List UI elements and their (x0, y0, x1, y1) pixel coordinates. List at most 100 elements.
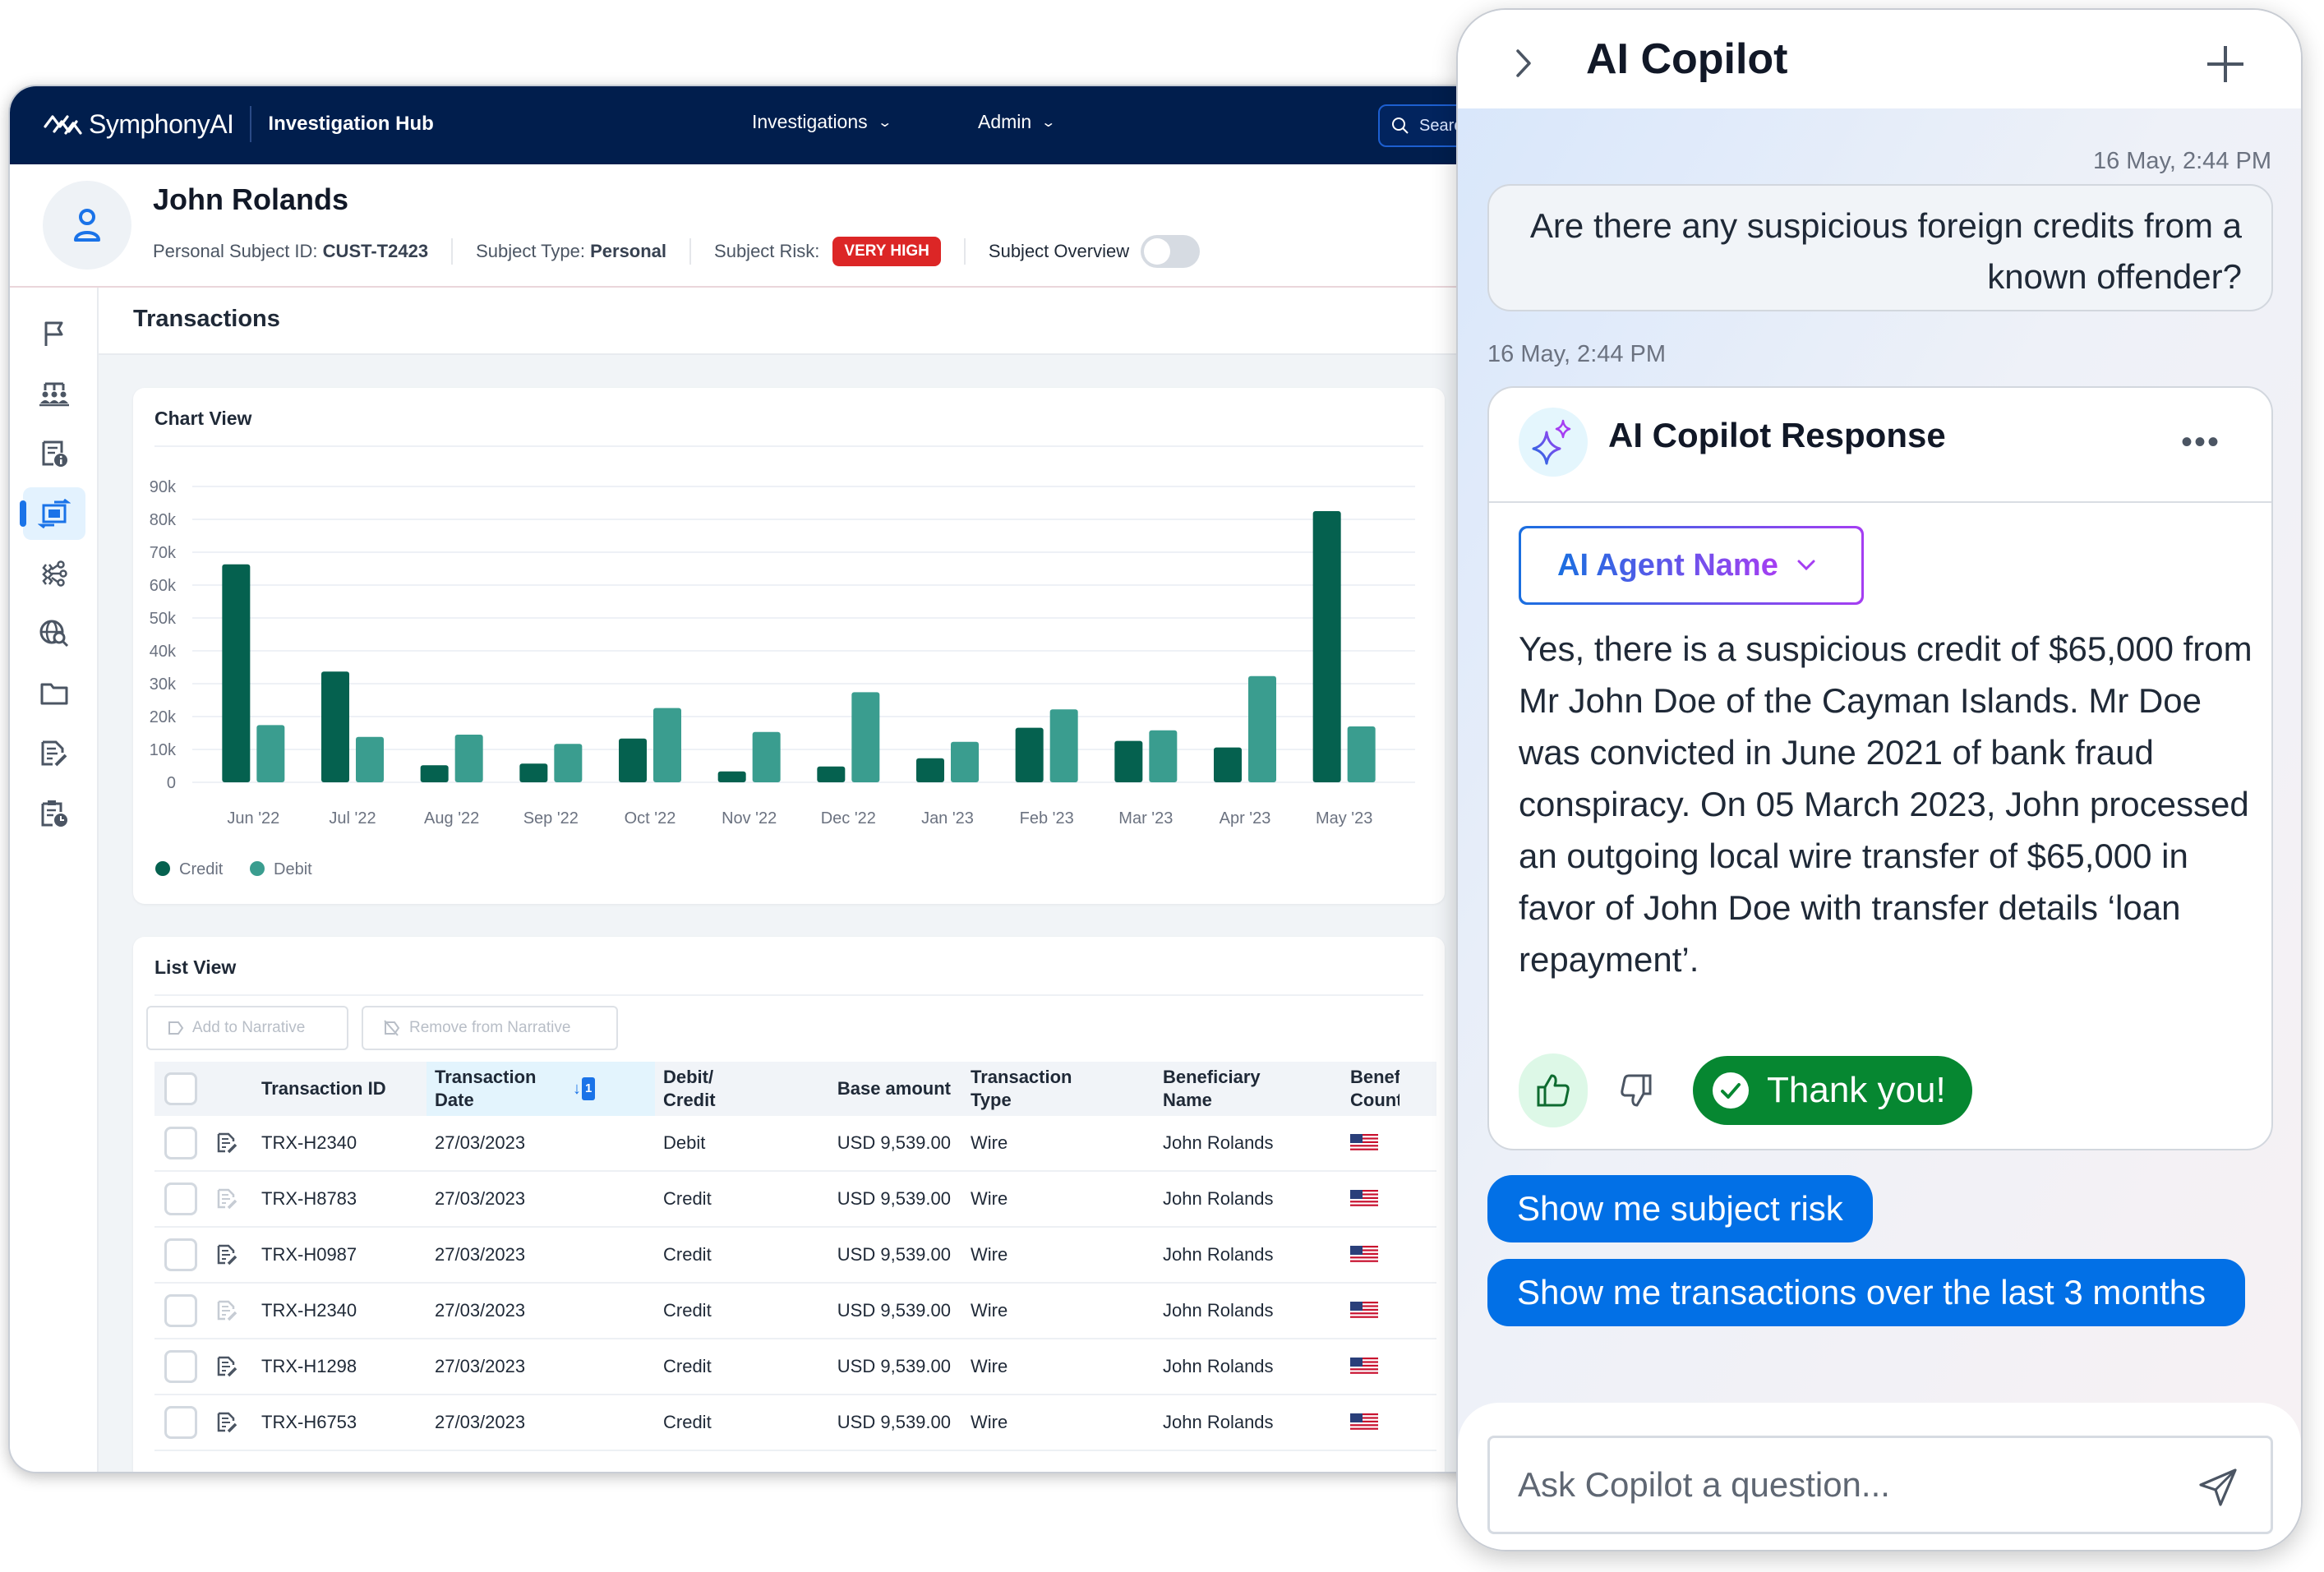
col-debit-credit[interactable]: Debit/ Credit (655, 1062, 791, 1116)
cell-transaction-type: Wire (971, 1412, 1008, 1432)
narrative-edit-icon[interactable] (215, 1243, 238, 1266)
transactions-icon (38, 499, 71, 528)
agent-select-inner: AI Agent Name (1521, 528, 1861, 602)
bar-credit[interactable] (1312, 511, 1341, 782)
bar-debit[interactable] (1049, 709, 1078, 782)
cell-beneficiary-country (1342, 1395, 1436, 1450)
row-checkbox[interactable] (164, 1350, 197, 1383)
cell-transaction-date: 27/03/2023 (435, 1188, 526, 1209)
nav-admin[interactable]: Admin ⌄ (978, 111, 1056, 133)
brand[interactable]: SymphonyAI Investigation Hub (43, 106, 434, 142)
sidebar-item-transactions[interactable] (20, 487, 85, 540)
table-row[interactable]: TRX-H0987 27/03/2023 Credit USD 9,539.00… (154, 1228, 1436, 1284)
add-to-narrative-button[interactable]: Add to Narrative (146, 1006, 348, 1050)
suggestion-transactions-3-months[interactable]: Show me transactions over the last 3 mon… (1487, 1259, 2245, 1326)
cell-debit-credit: Credit (663, 1412, 712, 1432)
bar-debit[interactable] (951, 741, 979, 782)
bar-credit[interactable] (619, 738, 647, 782)
table-row[interactable]: TRX-H8783 27/03/2023 Credit USD 9,539.00… (154, 1172, 1436, 1228)
bar-credit[interactable] (321, 671, 349, 782)
collapse-panel-button[interactable] (1507, 43, 1540, 84)
bar-debit[interactable] (356, 736, 384, 782)
ask-copilot-input[interactable] (1487, 1436, 2273, 1534)
table-row[interactable]: TRX-H1298 27/03/2023 Credit USD 9,539.00… (154, 1339, 1436, 1395)
y-tick-label: 90k (150, 478, 177, 496)
add-to-narrative-label: Add to Narrative (192, 1019, 306, 1036)
sidebar-item-info[interactable] (23, 427, 85, 480)
bar-credit[interactable] (222, 564, 251, 782)
sidebar-item-globe-search[interactable] (23, 607, 85, 660)
col-beneficiary-country[interactable]: Beneficiary Country (1342, 1062, 1436, 1116)
bar-debit[interactable] (1248, 675, 1276, 782)
agent-select[interactable]: AI Agent Name (1519, 526, 1864, 605)
bar-debit[interactable] (554, 744, 583, 782)
list-card: List View Add to Narrative Remove from N… (133, 937, 1445, 1472)
thumbs-up-button[interactable] (1519, 1053, 1588, 1127)
cell-transaction-type: Wire (971, 1244, 1008, 1265)
narrative-edit-icon[interactable] (215, 1132, 238, 1155)
bar-credit[interactable] (717, 771, 746, 782)
sidebar-item-narrative[interactable] (23, 727, 85, 780)
bar-credit[interactable] (1015, 727, 1044, 782)
clipboard-clock-icon (41, 800, 67, 827)
bar-credit[interactable] (519, 763, 548, 782)
bar-credit[interactable] (817, 766, 846, 782)
cell-beneficiary-name: John Rolands (1163, 1244, 1274, 1265)
x-tick-label: Sep '22 (523, 809, 579, 827)
col-transaction-id[interactable]: Transaction ID (261, 1062, 427, 1116)
narrative-edit-icon[interactable] (215, 1355, 238, 1378)
col-base-amount[interactable]: Base amount (791, 1062, 961, 1116)
bar-debit[interactable] (752, 731, 781, 782)
row-checkbox[interactable] (164, 1127, 197, 1159)
sidebar-item-folder[interactable] (23, 667, 85, 720)
sidebar-item-network[interactable] (23, 367, 85, 420)
col-beneficiary-name[interactable]: Beneficiary Name (1153, 1062, 1342, 1116)
bar-debit[interactable] (454, 735, 483, 782)
bar-credit[interactable] (1214, 747, 1242, 782)
bar-credit[interactable] (1114, 740, 1143, 782)
narrative-edit-icon[interactable] (215, 1411, 238, 1434)
table-row[interactable]: TRX-H6753 27/03/2023 Credit USD 9,539.00… (154, 1395, 1436, 1451)
divider (451, 238, 454, 265)
thumbs-down-button[interactable] (1602, 1053, 1672, 1127)
subject-overview-label: Subject Overview (988, 241, 1130, 261)
subject-overview-toggle[interactable] (1141, 235, 1201, 268)
cell-beneficiary-name: John Rolands (1163, 1300, 1274, 1321)
row-checkbox[interactable] (164, 1238, 197, 1271)
legend-swatch-credit (155, 861, 170, 876)
send-button[interactable] (2197, 1467, 2239, 1508)
new-chat-button[interactable] (2202, 41, 2248, 87)
network-people-icon (39, 382, 69, 407)
table-row[interactable]: TRX-H2340 27/03/2023 Credit USD 9,539.00… (154, 1284, 1436, 1339)
bar-debit[interactable] (851, 692, 880, 782)
legend-label-credit[interactable]: Credit (179, 860, 224, 878)
select-all-checkbox[interactable] (164, 1072, 197, 1105)
row-checkbox[interactable] (164, 1182, 197, 1215)
page-header: Transactions (99, 288, 1486, 355)
user-message: Are there any suspicious foreign credits… (1487, 184, 2273, 311)
sidebar-item-flags[interactable] (23, 307, 85, 360)
remove-from-narrative-button[interactable]: Remove from Narrative (362, 1006, 618, 1050)
col-transaction-date[interactable]: Transaction Date ↓ 1 (427, 1062, 655, 1116)
subject-id: Personal Subject ID: CUST-T2423 (153, 241, 428, 262)
more-options-icon[interactable]: ••• (2181, 424, 2220, 461)
bar-debit[interactable] (1347, 726, 1376, 782)
row-checkbox[interactable] (164, 1294, 197, 1327)
sidebar-item-connections[interactable] (23, 547, 85, 600)
col-transaction-type[interactable]: Transaction Type (961, 1062, 1153, 1116)
x-tick-label: Jan '23 (921, 809, 974, 827)
sidebar-item-tasks[interactable] (23, 787, 85, 840)
subject-type-value: Personal (590, 241, 667, 261)
bar-credit[interactable] (916, 758, 944, 782)
row-checkbox[interactable] (164, 1406, 197, 1439)
bar-debit[interactable] (256, 725, 285, 782)
table-row[interactable]: TRX-H2340 27/03/2023 Debit USD 9,539.00 … (154, 1116, 1436, 1172)
nav-investigations[interactable]: Investigations ⌄ (752, 111, 892, 133)
bar-debit[interactable] (653, 708, 681, 782)
bar-debit[interactable] (1149, 730, 1178, 782)
suggestion-subject-risk[interactable]: Show me subject risk (1487, 1175, 1873, 1242)
x-tick-label: Feb '23 (1020, 809, 1074, 827)
cell-base-amount: USD 9,539.00 (837, 1412, 951, 1432)
bar-credit[interactable] (420, 765, 449, 782)
legend-label-debit[interactable]: Debit (274, 860, 312, 878)
